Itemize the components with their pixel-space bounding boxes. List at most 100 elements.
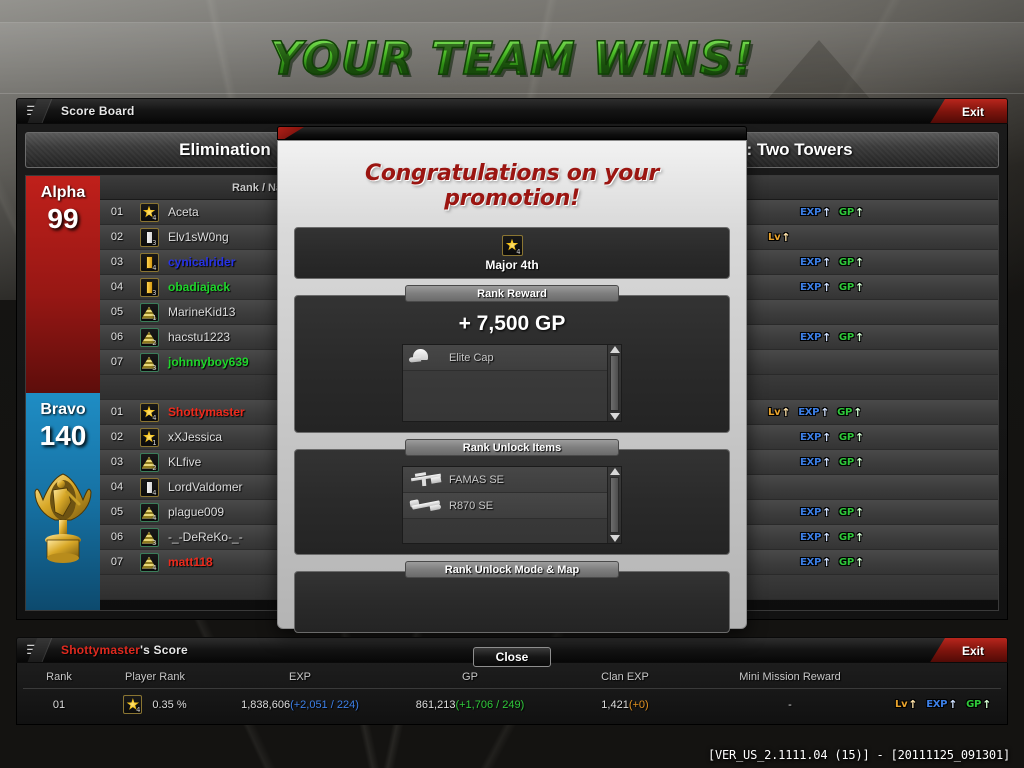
player-insignia: 2 xyxy=(134,452,164,472)
list-item[interactable]: FAMAS SE xyxy=(403,467,607,493)
victory-banner: YOUR TEAM WINS! xyxy=(0,22,1024,94)
score-board-exit-label: Exit xyxy=(961,105,984,119)
player-badges: EXP ↑ GP ↑ xyxy=(768,507,998,518)
gp-badge-label: GP xyxy=(838,531,854,543)
up-arrow-icon: ↑ xyxy=(854,205,864,219)
cell-mini-mission: - xyxy=(788,698,792,711)
list-item[interactable]: Elite Cap xyxy=(403,345,607,371)
rank-reward-rows: Elite Cap xyxy=(403,345,607,421)
exp-delta: (+2,051 / 224) xyxy=(290,698,359,711)
rank-reward-tab: Rank Reward xyxy=(405,285,619,302)
list-item-label: Elite Cap xyxy=(449,351,494,364)
up-arrow-icon: ↑ xyxy=(854,555,864,569)
version-string: [VER_US_2.1111.04 (15)] - [20111125_0913… xyxy=(707,748,1010,762)
rank-sub-number: 2 xyxy=(152,463,157,472)
team-bravo-block: Bravo 140 xyxy=(26,393,100,610)
up-arrow-icon: ↑ xyxy=(821,255,831,269)
scroll-down-icon[interactable] xyxy=(609,413,620,420)
lv-badge-label: Lv xyxy=(768,406,781,418)
scroll-up-icon[interactable] xyxy=(609,346,620,353)
player-badges: EXP ↑ GP ↑ xyxy=(768,332,998,343)
up-arrow-icon: ↑ xyxy=(821,280,831,294)
gp-up-badge: GP ↑ xyxy=(839,207,864,218)
cell-rank: 01 xyxy=(52,698,66,711)
team-bravo-name: Bravo xyxy=(40,401,86,418)
player-score-table: Rank Player Rank EXP GP Clan EXP Mini Mi… xyxy=(23,667,1001,720)
scroll-up-icon[interactable] xyxy=(609,468,620,475)
player-rank-number: 02 xyxy=(110,231,124,243)
gp-badge-label: GP xyxy=(838,281,854,293)
lv-up-badge: Lv ↑ xyxy=(895,698,918,711)
player-score-title-player: Shottymaster xyxy=(61,643,141,657)
gp-badge-label: GP xyxy=(838,331,854,343)
exp-badge-label: EXP xyxy=(800,206,821,218)
rank-unlock-items-scrollbar[interactable] xyxy=(607,467,621,543)
player-badges: EXP ↑ GP ↑ xyxy=(768,532,998,543)
promotion-dialog: Congratulations on your promotion! 4 Maj… xyxy=(277,126,747,667)
team-alpha-name: Alpha xyxy=(40,184,86,201)
player-insignia: 3 xyxy=(134,352,164,372)
gp-up-badge: GP ↑ xyxy=(837,407,862,418)
clan-exp-delta: (+0) xyxy=(628,698,649,711)
up-arrow-icon: ↑ xyxy=(854,455,864,469)
gp-badge-label: GP xyxy=(838,431,854,443)
rank-sub-number: 3 xyxy=(152,238,157,247)
score-board-exit-button[interactable]: Exit xyxy=(929,99,1007,123)
scrollbar-thumb[interactable] xyxy=(610,355,619,411)
rank-sub-number: 1 xyxy=(152,313,157,322)
banner-strip xyxy=(0,22,1024,94)
rank-sub-number: 1 xyxy=(152,438,157,447)
player-badges: Lv ↑ EXP ↑ GP ↑ xyxy=(768,407,998,418)
list-item[interactable]: R870 SE xyxy=(403,493,607,519)
rank-unlock-items-tab: Rank Unlock Items xyxy=(405,439,619,456)
rank-unlock-mode-map-tab: Rank Unlock Mode & Map xyxy=(405,561,619,578)
rank-sub-number: 3 xyxy=(152,288,157,297)
rank-unlock-items-body: FAMAS SE R870 SE xyxy=(294,449,730,555)
chevron-insignia-icon: 4 xyxy=(139,502,159,522)
rank-sub-number: 4 xyxy=(152,413,157,422)
player-score-exit-button[interactable]: Exit xyxy=(929,638,1007,662)
cell-gp: 861,213(+1,706 / 249) xyxy=(385,689,555,721)
cell-badges: Lv ↑ EXP ↑ GP ↑ xyxy=(885,689,1001,721)
bar-gold-insignia-icon: 4 xyxy=(139,252,159,272)
player-score-title: Shottymaster's Score xyxy=(61,643,188,657)
player-insignia: 4 xyxy=(134,552,164,572)
game-screen: YOUR TEAM WINS! ☰ Score Board Exit Elimi… xyxy=(0,0,1024,768)
cell-player-rank: 4 0.35 % xyxy=(95,689,215,721)
up-arrow-icon: ↑ xyxy=(821,330,831,344)
exp-up-badge: EXP ↑ xyxy=(800,257,831,268)
player-insignia: 4 xyxy=(134,252,164,272)
rank-sub-number: 4 xyxy=(516,247,521,256)
up-arrow-icon: ↑ xyxy=(948,698,958,711)
scrollbar-thumb[interactable] xyxy=(610,477,619,533)
score-board-title: Score Board xyxy=(61,104,135,118)
gp-up-badge: GP ↑ xyxy=(839,457,864,468)
gp-up-badge: GP ↑ xyxy=(839,532,864,543)
exp-up-badge: EXP ↑ xyxy=(926,699,957,710)
star-insignia-icon: 1 xyxy=(139,427,159,447)
up-arrow-icon: ↑ xyxy=(821,430,831,444)
player-score-title-suffix: 's Score xyxy=(140,643,188,657)
col-clan-exp: Clan EXP xyxy=(555,667,695,689)
exp-up-badge: EXP ↑ xyxy=(800,332,831,343)
exp-badge-label: EXP xyxy=(800,331,821,343)
rank-unlock-items-list: FAMAS SE R870 SE xyxy=(402,466,622,544)
close-button[interactable]: Close xyxy=(473,647,551,667)
up-arrow-icon: ↑ xyxy=(821,505,831,519)
rank-sub-number: 4 xyxy=(152,513,157,522)
up-arrow-icon: ↑ xyxy=(821,455,831,469)
player-insignia: 1 xyxy=(134,427,164,447)
player-rank-number: 06 xyxy=(110,531,124,543)
rank-reward-scrollbar[interactable] xyxy=(607,345,621,421)
exp-up-badge: EXP ↑ xyxy=(800,557,831,568)
gp-up-badge: GP ↑ xyxy=(839,507,864,518)
col-mini-mission: Mini Mission Reward xyxy=(695,667,885,689)
winner-trophy-icon xyxy=(33,460,93,572)
star-insignia-icon: 4 xyxy=(123,695,143,714)
exp-badge-label: EXP xyxy=(800,281,821,293)
scroll-down-icon[interactable] xyxy=(609,535,620,542)
up-arrow-icon: ↑ xyxy=(908,698,918,711)
player-badges: EXP ↑ GP ↑ xyxy=(768,282,998,293)
up-arrow-icon: ↑ xyxy=(820,405,830,419)
player-rank-number: 04 xyxy=(110,281,124,293)
